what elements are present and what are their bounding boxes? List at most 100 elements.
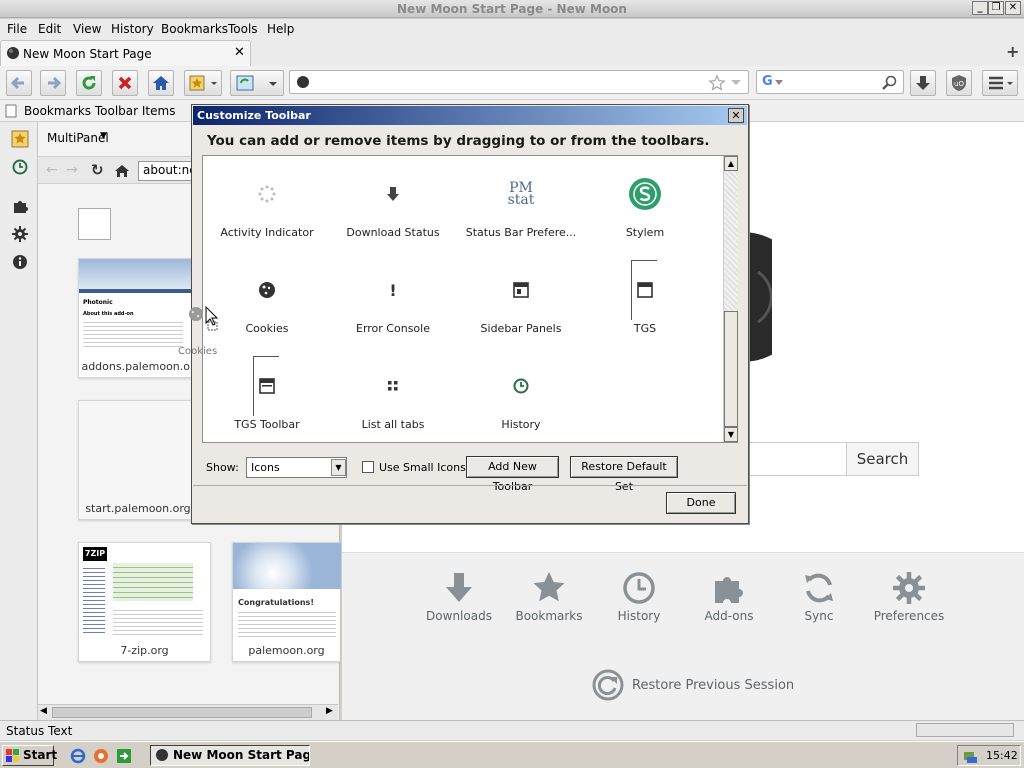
launcher-addons[interactable]: Add-ons [684,571,774,623]
palette-item-stylem[interactable]: Stylem [581,174,709,239]
sidebar-preferences-gear-icon[interactable] [12,226,28,242]
start-search-input[interactable] [748,442,846,476]
tile-menubar [79,289,197,293]
tray-network-icon[interactable] [962,748,978,764]
palette-item-cookies[interactable]: Cookies [203,270,331,335]
clock-icon [623,572,655,604]
palette-item-tgs[interactable]: TGS [581,260,709,335]
palette-item-download-status[interactable]: Download Status [329,174,457,239]
sidebar-tile-start[interactable]: start.palemoon.org [78,400,198,520]
sidebar-back-icon[interactable]: ← [46,162,58,178]
start-search-button[interactable]: Search [846,442,919,476]
download-icon [446,573,472,602]
ublock-button[interactable]: uO [946,70,972,96]
palette-item-status-bar-preferences[interactable]: PM stat Status Bar Prefere... [457,174,585,239]
restore-default-set-button[interactable]: Restore Default Set [570,456,678,493]
sidebar-addons-puzzle-icon[interactable] [12,198,28,214]
done-button[interactable]: Done [666,492,736,514]
select-dropdown-icon[interactable]: ▼ [331,459,346,476]
palette-item-error-console[interactable]: ! Error Console [329,270,457,336]
use-small-icons-checkbox[interactable] [362,461,374,473]
close-window-button[interactable]: ✕ [1005,1,1021,15]
home-button[interactable] [148,70,174,96]
taskbar-window-button[interactable]: New Moon Start Page ... [150,745,310,766]
restore-button[interactable]: ❐ [988,1,1004,15]
tab-close-icon[interactable]: ✕ [234,45,245,60]
menu-tools[interactable]: Tools [228,22,258,36]
show-select[interactable]: Icons ▼ [246,457,347,478]
quicklaunch-desktop-icon[interactable] [116,748,132,764]
url-dropdown-icon[interactable] [730,79,742,87]
launcher-bookmarks[interactable]: Bookmarks [504,571,594,623]
scroll-right-icon[interactable]: ▶ [326,706,333,716]
scrollbar-thumb[interactable] [52,707,312,718]
palette-item-activity-indicator[interactable]: Activity Indicator [203,174,331,239]
url-bar[interactable] [289,70,749,94]
launcher-preferences[interactable]: Preferences [864,571,954,623]
menu-view[interactable]: View [73,22,101,36]
sidebar-home-icon[interactable] [114,163,130,179]
minimize-button[interactable]: _ [972,1,988,15]
sidebar-tile-palemoon[interactable]: Congratulations! palemoon.org [232,542,341,662]
use-small-icons-label[interactable]: Use Small Icons [379,461,466,474]
palette-item-list-all-tabs[interactable]: List all tabs [329,366,457,431]
bookmarks-menu-button[interactable] [184,70,222,96]
scroll-left-icon[interactable]: ◀ [40,706,47,716]
sidebar-info-icon[interactable] [12,254,28,270]
search-engine-icon[interactable]: G [762,74,773,89]
palette-vertical-scrollbar[interactable]: ▲ ▼ [723,156,738,442]
app-menu-button[interactable] [982,70,1018,96]
sidebar-url-field[interactable]: about:newtab [138,161,198,181]
scroll-up-icon[interactable]: ▲ [724,156,738,171]
launcher-sync[interactable]: Sync [774,571,864,623]
stop-button[interactable] [112,70,138,96]
bookmark-page-star-icon[interactable] [708,74,726,92]
palette-item-tgs-toolbar[interactable]: TGS Toolbar [203,356,331,431]
sidebar-forward-icon[interactable]: → [66,162,78,178]
search-bar[interactable]: G [756,70,904,94]
launcher-history[interactable]: History [594,571,684,623]
bookmark-star-icon [189,75,217,91]
menu-history[interactable]: History [111,22,154,36]
dialog-close-button[interactable]: ✕ [728,108,744,123]
palette-item-label: Download Status [346,226,440,239]
palette-item-label: Stylem [625,226,665,239]
quicklaunch-browser-icon[interactable] [93,748,109,764]
engine-dropdown-icon[interactable] [775,80,783,86]
cookie-icon [259,282,275,298]
launcher-label: Downloads [426,609,492,623]
sidebar-horizontal-scrollbar[interactable]: ◀ ▶ [38,704,338,720]
tab-new-moon-start[interactable]: New Moon Start Page ✕ [0,40,251,66]
launcher-downloads[interactable]: Downloads [414,571,504,623]
palette-item-label: TGS [633,322,657,335]
bookmarks-folder-icon [5,104,17,118]
bookmarks-toolbar-items-label[interactable]: Bookmarks Toolbar Items [24,104,175,118]
palette-item-history[interactable]: History [457,366,585,431]
menu-help[interactable]: Help [267,22,294,36]
sidebar-tile-7zip[interactable]: 7ZIP 7-zip.org [78,542,211,662]
sidebar-tile-addons[interactable]: Photonic About this add-on addons.palemo… [78,258,198,378]
menu-edit[interactable]: Edit [38,22,61,36]
search-magnifier-icon[interactable] [881,75,897,91]
tab-groups-button[interactable] [230,70,284,96]
forward-button[interactable] [40,70,66,96]
scrollbar-thumb[interactable] [724,311,738,427]
sidebar-reload-icon[interactable]: ↻ [91,161,104,179]
multipanel-dropdown-icon[interactable]: ▼ [100,131,107,141]
menu-file[interactable]: File [7,22,27,36]
scroll-down-icon[interactable]: ▼ [724,427,738,442]
palette-item-sidebar-panels[interactable]: Sidebar Panels [457,270,585,335]
add-new-toolbar-button[interactable]: Add New Toolbar [466,456,559,493]
sidebar-history-clock-icon[interactable] [12,159,28,175]
palette-item-label: List all tabs [361,418,425,431]
sidebar-bookmarks-star-icon[interactable] [11,130,29,148]
back-button[interactable] [6,70,32,96]
restore-session-button[interactable]: Restore Previous Session [592,668,794,702]
downloads-button[interactable] [910,70,936,96]
site-identity-icon [297,76,309,88]
menu-bookmarks[interactable]: Bookmarks [161,22,228,36]
quicklaunch-ie-icon[interactable] [70,748,86,764]
reload-button[interactable] [76,70,102,96]
start-button[interactable]: Start [2,745,57,766]
new-tab-plus-icon[interactable]: + [1006,42,1019,61]
